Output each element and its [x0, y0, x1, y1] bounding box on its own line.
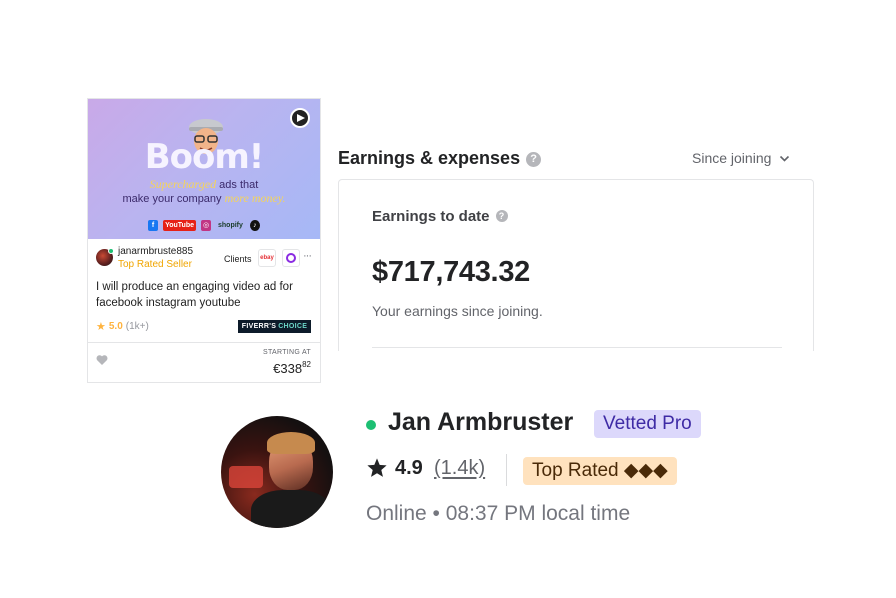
earnings-subtitle: Your earnings since joining. — [372, 303, 543, 319]
gig-rating: ★ 5.0 (1k+) — [96, 320, 149, 333]
vertical-divider — [506, 454, 507, 486]
choice-badge-highlight: CHOICE — [278, 323, 308, 330]
period-select[interactable]: Since joining — [692, 150, 790, 166]
profile-avatar[interactable] — [221, 416, 333, 528]
star-icon — [367, 458, 387, 477]
play-video-button[interactable] — [290, 108, 310, 128]
card-divider — [88, 342, 320, 343]
period-select-value: Since joining — [692, 150, 772, 166]
thumbnail-text-1: ads that — [216, 179, 259, 191]
seller-row: janarmbruste885 Top Rated Seller Clients… — [96, 246, 314, 272]
earnings-header: Earnings & expenses? — [338, 148, 542, 169]
chevron-down-icon — [780, 155, 790, 162]
choice-badge-prefix: FIVERR'S — [241, 323, 277, 330]
price-cents: 82 — [302, 360, 311, 369]
thumbnail-headline: Boom! — [144, 137, 265, 177]
facebook-icon: f — [148, 220, 159, 231]
youtube-icon: YouTube — [163, 220, 196, 231]
profile-status: Online • 08:37 PM local time — [366, 502, 631, 525]
brand-logo-row: f YouTube ◎ shopify ♪ — [88, 220, 320, 231]
star-icon: ★ — [96, 321, 106, 333]
vetted-pro-badge: Vetted Pro — [594, 410, 701, 438]
thumbnail-highlight-1: Supercharged — [149, 177, 217, 191]
earnings-header-title: Earnings & expenses — [338, 148, 521, 168]
play-icon — [296, 114, 305, 122]
help-icon[interactable]: ? — [526, 152, 542, 167]
more-options-button[interactable]: ··· — [303, 250, 312, 262]
thumbnail-line-2: make your company more money. — [88, 191, 320, 206]
earnings-label: Earnings to date? — [372, 208, 508, 225]
online-indicator — [108, 248, 114, 254]
starting-at-label: STARTING AT — [262, 349, 311, 356]
online-status-dot — [366, 420, 376, 430]
top-rated-badge: Top Rated ◆◆◆ — [523, 457, 677, 485]
profile-name[interactable]: Jan Armbruster — [388, 408, 573, 437]
profile-review-count[interactable]: (1.4k) — [434, 457, 485, 480]
earnings-label-text: Earnings to date — [372, 208, 490, 225]
gig-price: €33882 — [273, 360, 311, 376]
client-logo-circle-icon — [282, 249, 300, 267]
gig-thumbnail[interactable]: Boom! Supercharged ads that make your co… — [88, 99, 320, 239]
seller-username[interactable]: janarmbruste885 — [118, 246, 193, 257]
gig-card[interactable]: Boom! Supercharged ads that make your co… — [87, 98, 321, 383]
profile-rating: 4.9 — [395, 457, 423, 479]
gig-title[interactable]: I will produce an engaging video ad for … — [96, 279, 316, 311]
earnings-divider — [372, 347, 782, 348]
earnings-value: $717,743.32 — [372, 256, 530, 288]
help-icon[interactable]: ? — [495, 210, 508, 222]
price-main: €338 — [273, 361, 303, 376]
fiverrs-choice-badge: FIVERR'S CHOICE — [238, 320, 311, 333]
clients-label: Clients — [224, 254, 252, 264]
instagram-icon: ◎ — [201, 220, 211, 231]
gig-rating-value: 5.0 — [108, 321, 123, 332]
heart-icon[interactable] — [96, 354, 108, 366]
thumbnail-text-2: make your company — [122, 193, 225, 205]
gig-rating-count: (1k+) — [125, 321, 149, 332]
seller-level: Top Rated Seller — [118, 259, 192, 270]
tiktok-icon: ♪ — [249, 220, 260, 231]
earnings-card: Earnings to date? $717,743.32 Your earni… — [338, 179, 814, 351]
thumbnail-highlight-2: more money. — [224, 191, 286, 205]
client-logo-ebay: ebay — [258, 249, 276, 267]
thumbnail-line-1: Supercharged ads that — [88, 177, 320, 192]
shopify-icon: shopify — [218, 222, 243, 229]
